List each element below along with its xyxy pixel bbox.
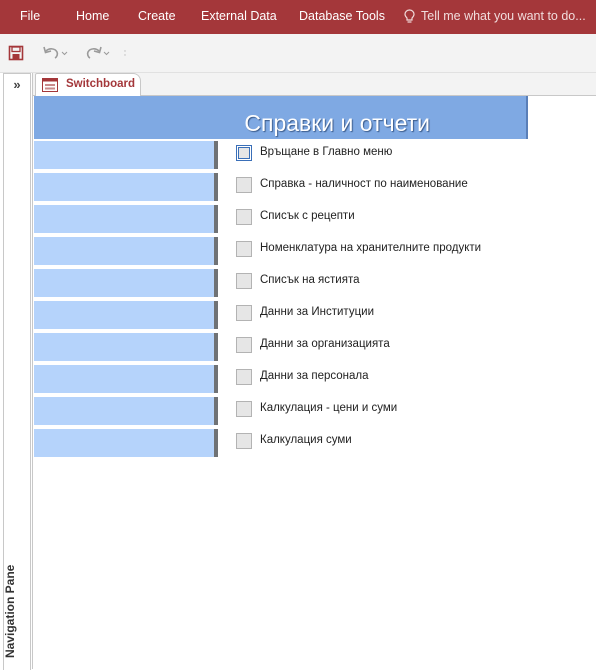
switchboard-item-button[interactable] xyxy=(236,369,252,385)
left-bar xyxy=(34,333,218,364)
left-bar xyxy=(34,429,218,460)
menu-home[interactable]: Home xyxy=(76,0,109,34)
left-bar xyxy=(34,205,218,236)
menu-database-tools[interactable]: Database Tools xyxy=(299,0,385,34)
switchboard-item-label[interactable]: Данни за персонала xyxy=(260,370,369,382)
left-bar xyxy=(34,365,218,396)
menu-file[interactable]: File xyxy=(20,0,40,34)
lightbulb-icon xyxy=(404,9,415,23)
expand-nav-pane-button[interactable]: » xyxy=(4,76,30,94)
customize-toolbar-dots[interactable] xyxy=(124,49,126,57)
switchboard-item-label[interactable]: Данни за организацията xyxy=(260,338,390,350)
left-bar xyxy=(34,173,218,204)
ribbon-bar: File Home Create External Data Database … xyxy=(0,0,596,34)
switchboard-item-button[interactable] xyxy=(236,241,252,257)
switchboard-item-label[interactable]: Списък с рецепти xyxy=(260,210,355,222)
switchboard-item-button[interactable] xyxy=(236,337,252,353)
menu-create[interactable]: Create xyxy=(138,0,176,34)
switchboard-item-button[interactable] xyxy=(236,209,252,225)
redo-icon xyxy=(86,46,110,59)
undo-button[interactable] xyxy=(42,42,68,64)
left-bar xyxy=(34,237,218,268)
switchboard-item-button[interactable] xyxy=(236,401,252,417)
tab-label: Switchboard xyxy=(66,78,136,90)
left-bar xyxy=(34,301,218,332)
menu-external-data[interactable]: External Data xyxy=(201,0,277,34)
switchboard-title: Справки и отчети xyxy=(244,110,430,136)
switchboard-item-label[interactable]: Калкулация - цени и суми xyxy=(260,402,397,414)
tell-me-text: Tell me what you want to do... xyxy=(421,9,586,23)
switchboard-item-label[interactable]: Списък на ястията xyxy=(260,274,360,286)
switchboard-item-button[interactable] xyxy=(236,273,252,289)
left-bar xyxy=(34,397,218,428)
switchboard-item-label[interactable]: Номенклатура на хранителните продукти xyxy=(260,242,481,254)
document-tabstrip: Switchboard xyxy=(33,73,596,96)
quick-access-toolbar xyxy=(0,34,596,73)
switchboard-header: Справки и отчети xyxy=(34,96,528,139)
left-bar xyxy=(34,141,218,172)
redo-button[interactable] xyxy=(84,42,110,64)
tell-me-search[interactable]: Tell me what you want to do... xyxy=(404,0,586,34)
switchboard-item-button[interactable] xyxy=(236,305,252,321)
switchboard-item-label[interactable]: Калкулация суми xyxy=(260,434,352,446)
navigation-pane[interactable]: » Navigation Pane xyxy=(3,73,31,670)
document-area: Switchboard Справки и отчети Връщане в Г… xyxy=(32,73,596,669)
save-button[interactable] xyxy=(8,42,24,64)
form-icon xyxy=(42,78,58,92)
undo-icon xyxy=(43,46,68,59)
switchboard-item-label[interactable]: Данни за Институции xyxy=(260,306,374,318)
more-icon xyxy=(124,50,126,56)
switchboard-item-button[interactable] xyxy=(236,177,252,193)
switchboard-item-button[interactable] xyxy=(236,145,252,161)
left-bar xyxy=(34,269,218,300)
switchboard-item-label[interactable]: Връщане в Главно меню xyxy=(260,146,392,158)
save-icon xyxy=(8,45,24,61)
tab-switchboard[interactable]: Switchboard xyxy=(35,73,141,96)
switchboard-item-label[interactable]: Справка - наличност по наименование xyxy=(260,178,468,190)
switchboard-item-button[interactable] xyxy=(236,433,252,449)
